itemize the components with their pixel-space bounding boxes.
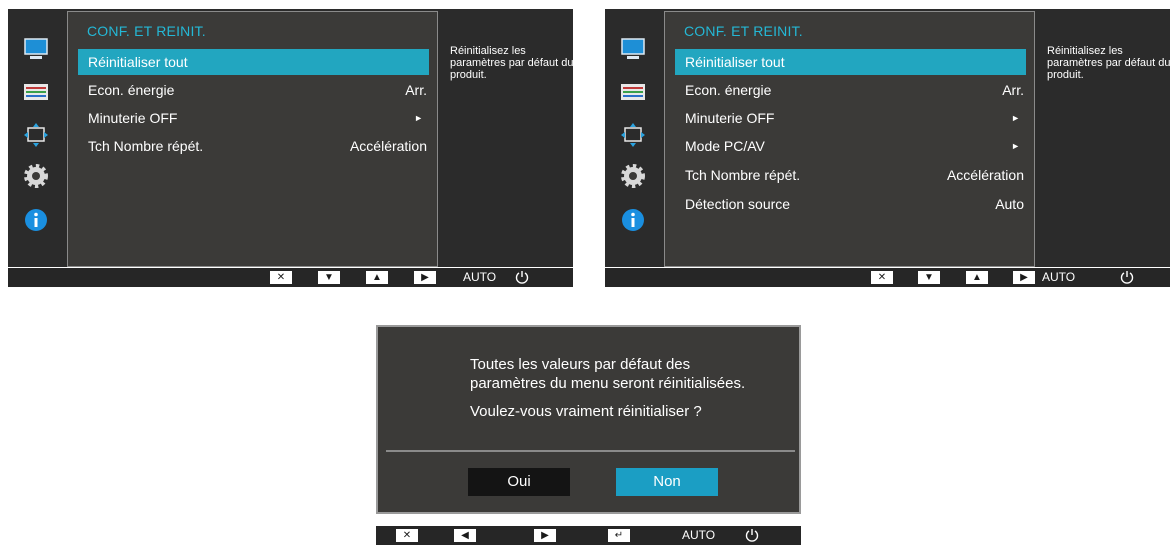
menu-item-value: Accélération: [349, 138, 427, 154]
dialog-message-line-1: Toutes les valeurs par défaut des: [470, 356, 691, 373]
menu-title: CONF. ET REINIT.: [684, 23, 803, 39]
auto-button[interactable]: AUTO: [682, 528, 715, 542]
auto-button[interactable]: AUTO: [1042, 270, 1075, 284]
power-icon[interactable]: [514, 269, 530, 285]
picture-icon[interactable]: [22, 35, 50, 63]
menu-item-label: Econ. énergie: [685, 82, 772, 98]
dialog-divider: [386, 450, 795, 452]
information-icon[interactable]: [619, 206, 647, 234]
osd-screen-right: CONF. ET REINIT. Réinitialiser tout Econ…: [605, 9, 1171, 291]
menu-item-label: Minuterie OFF: [88, 110, 178, 126]
dialog-question: Voulez-vous vraiment réinitialiser ?: [470, 403, 702, 420]
arrow-right-icon[interactable]: ▶: [534, 529, 556, 542]
color-icon[interactable]: [619, 78, 647, 106]
close-icon[interactable]: ✕: [871, 271, 893, 284]
menu-item-reset-all[interactable]: Réinitialiser tout: [78, 49, 429, 75]
menu-item-value: Auto: [995, 196, 1024, 212]
setup-reset-icon[interactable]: [619, 162, 647, 190]
dialog-button-guide-bar: ✕ ◀ ▶ ↵ AUTO: [376, 526, 801, 545]
menu-item-label: Détection source: [685, 196, 791, 212]
menu-item-eco-energy[interactable]: Econ. énergie Arr.: [78, 77, 429, 103]
help-panel: Réinitialisez les paramètres par défaut …: [439, 33, 574, 267]
submenu-arrow-icon: ►: [414, 113, 423, 123]
menu-item-label: Réinitialiser tout: [685, 54, 785, 70]
help-panel: Réinitialisez les paramètres par défaut …: [1036, 33, 1171, 267]
arrow-down-icon[interactable]: ▼: [918, 271, 940, 284]
menu-panel: CONF. ET REINIT. Réinitialiser tout Econ…: [67, 11, 438, 267]
menu-item-eco-energy[interactable]: Econ. énergie Arr.: [675, 77, 1026, 103]
power-icon[interactable]: [1119, 269, 1135, 285]
menu-item-pc-av-mode[interactable]: Mode PC/AV ►: [675, 133, 1026, 159]
color-icon[interactable]: [22, 78, 50, 106]
menu-item-key-repeat[interactable]: Tch Nombre répét. Accélération: [675, 162, 1026, 188]
menu-item-label: Tch Nombre répét.: [88, 138, 204, 154]
close-icon[interactable]: ✕: [396, 529, 418, 542]
close-icon[interactable]: ✕: [270, 271, 292, 284]
menu-item-key-repeat[interactable]: Tch Nombre répét. Accélération: [78, 133, 429, 159]
menu-item-source-detection[interactable]: Détection source Auto: [675, 191, 1026, 217]
menu-item-off-timer[interactable]: Minuterie OFF ►: [675, 105, 1026, 131]
menu-item-label: Minuterie OFF: [685, 110, 775, 126]
setup-reset-icon[interactable]: [22, 162, 50, 190]
osd-frame: CONF. ET REINIT. Réinitialiser tout Econ…: [605, 9, 1171, 267]
auto-button[interactable]: AUTO: [463, 270, 496, 284]
menu-panel: CONF. ET REINIT. Réinitialiser tout Econ…: [664, 11, 1035, 267]
no-button[interactable]: Non: [616, 468, 718, 496]
osd-screen-left: CONF. ET REINIT. Réinitialiser tout Econ…: [8, 9, 574, 291]
arrow-up-icon[interactable]: ▲: [366, 271, 388, 284]
menu-item-label: Mode PC/AV: [685, 138, 765, 154]
arrow-right-icon[interactable]: ▶: [414, 271, 436, 284]
help-text: Réinitialisez les paramètres par défaut …: [1047, 45, 1171, 81]
osd-frame: CONF. ET REINIT. Réinitialiser tout Econ…: [8, 9, 574, 267]
picture-icon[interactable]: [619, 35, 647, 63]
button-guide-bar: ✕ ▼ ▲ ▶ AUTO: [605, 268, 1170, 287]
menu-item-label: Econ. énergie: [88, 82, 175, 98]
arrow-left-icon[interactable]: ◀: [454, 529, 476, 542]
submenu-arrow-icon: ►: [1011, 141, 1020, 151]
menu-item-reset-all[interactable]: Réinitialiser tout: [675, 49, 1026, 75]
menu-title: CONF. ET REINIT.: [87, 23, 206, 39]
menu-item-label: Tch Nombre répét.: [685, 167, 801, 183]
osd-sidebar: [605, 9, 662, 267]
information-icon[interactable]: [22, 206, 50, 234]
arrow-down-icon[interactable]: ▼: [318, 271, 340, 284]
size-position-icon[interactable]: [22, 121, 50, 149]
osd-sidebar: [8, 9, 65, 267]
menu-item-off-timer[interactable]: Minuterie OFF ►: [78, 105, 429, 131]
menu-item-value: Arr.: [405, 82, 427, 98]
dialog-message-line-2: paramètres du menu seront réinitialisées…: [470, 375, 746, 392]
menu-item-label: Réinitialiser tout: [88, 54, 188, 70]
button-guide-bar: ✕ ▼ ▲ ▶ AUTO: [8, 268, 573, 287]
yes-button[interactable]: Oui: [468, 468, 570, 496]
power-icon[interactable]: [744, 527, 760, 543]
submenu-arrow-icon: ►: [1011, 113, 1020, 123]
size-position-icon[interactable]: [619, 121, 647, 149]
arrow-up-icon[interactable]: ▲: [966, 271, 988, 284]
help-text: Réinitialisez les paramètres par défaut …: [450, 45, 574, 81]
menu-item-value: Accélération: [946, 167, 1024, 183]
reset-confirm-dialog: Toutes les valeurs par défaut des paramè…: [376, 325, 801, 514]
enter-icon[interactable]: ↵: [608, 529, 630, 542]
menu-item-value: Arr.: [1002, 82, 1024, 98]
arrow-right-icon[interactable]: ▶: [1013, 271, 1035, 284]
